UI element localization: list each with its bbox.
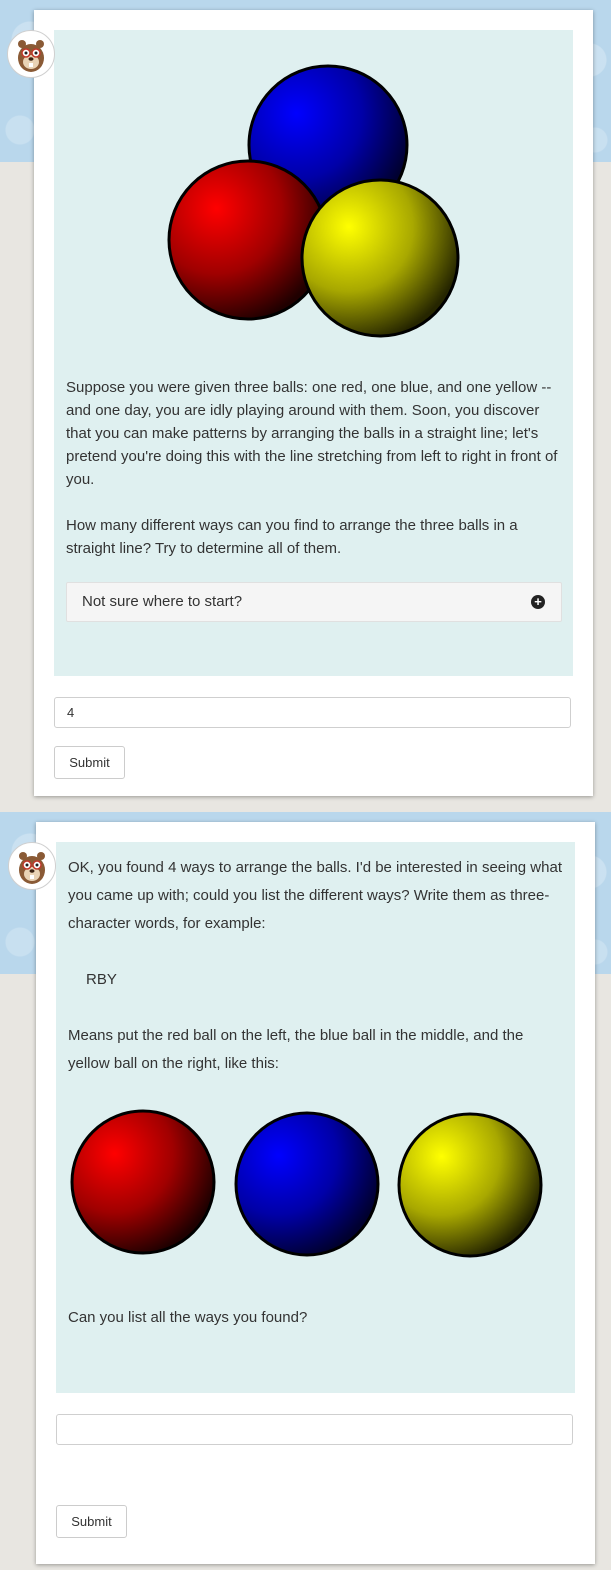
question-paragraph: OK, you found 4 ways to arrange the ball…	[68, 859, 562, 932]
submit-button[interactable]: Submit	[56, 1505, 127, 1538]
question-paragraph: How many different ways can you find to …	[66, 517, 518, 557]
blue-ball	[234, 1111, 380, 1257]
answer-input[interactable]	[54, 697, 571, 728]
question-paragraph: Can you list all the ways you found?	[68, 1309, 308, 1326]
three-balls-illustration	[167, 64, 460, 338]
yellow-ball	[300, 178, 460, 338]
tutor-avatar	[7, 30, 55, 78]
answer-input[interactable]	[56, 1414, 573, 1445]
beaver-mascot-icon	[18, 40, 44, 72]
question-panel: OK, you found 4 ways to arrange the ball…	[56, 842, 575, 1393]
question-panel: Suppose you were given three balls: one …	[54, 30, 573, 676]
red-ball	[70, 1109, 216, 1255]
beaver-mascot-icon	[19, 852, 45, 884]
question-paragraph: Suppose you were given three balls: one …	[66, 379, 558, 488]
question-paragraph: Means put the red ball on the left, the …	[68, 1027, 524, 1072]
question-card: OK, you found 4 ways to arrange the ball…	[36, 822, 595, 1564]
yellow-ball	[397, 1112, 543, 1258]
tutor-avatar	[8, 842, 56, 890]
hint-toggle[interactable]: Not sure where to start? +	[66, 582, 562, 622]
question-text: Suppose you were given three balls: one …	[66, 376, 566, 583]
step-1-section: Suppose you were given three balls: one …	[0, 0, 611, 805]
plus-circle-icon[interactable]: +	[531, 595, 545, 609]
submit-button[interactable]: Submit	[54, 746, 125, 779]
example-code: RBY	[86, 971, 117, 988]
question-card: Suppose you were given three balls: one …	[34, 10, 593, 796]
ball-arrangement-illustration	[70, 1109, 543, 1258]
step-2-section: OK, you found 4 ways to arrange the ball…	[0, 812, 611, 1570]
hint-label: Not sure where to start?	[82, 593, 243, 610]
question-text: OK, you found 4 ways to arrange the ball…	[68, 854, 568, 1106]
